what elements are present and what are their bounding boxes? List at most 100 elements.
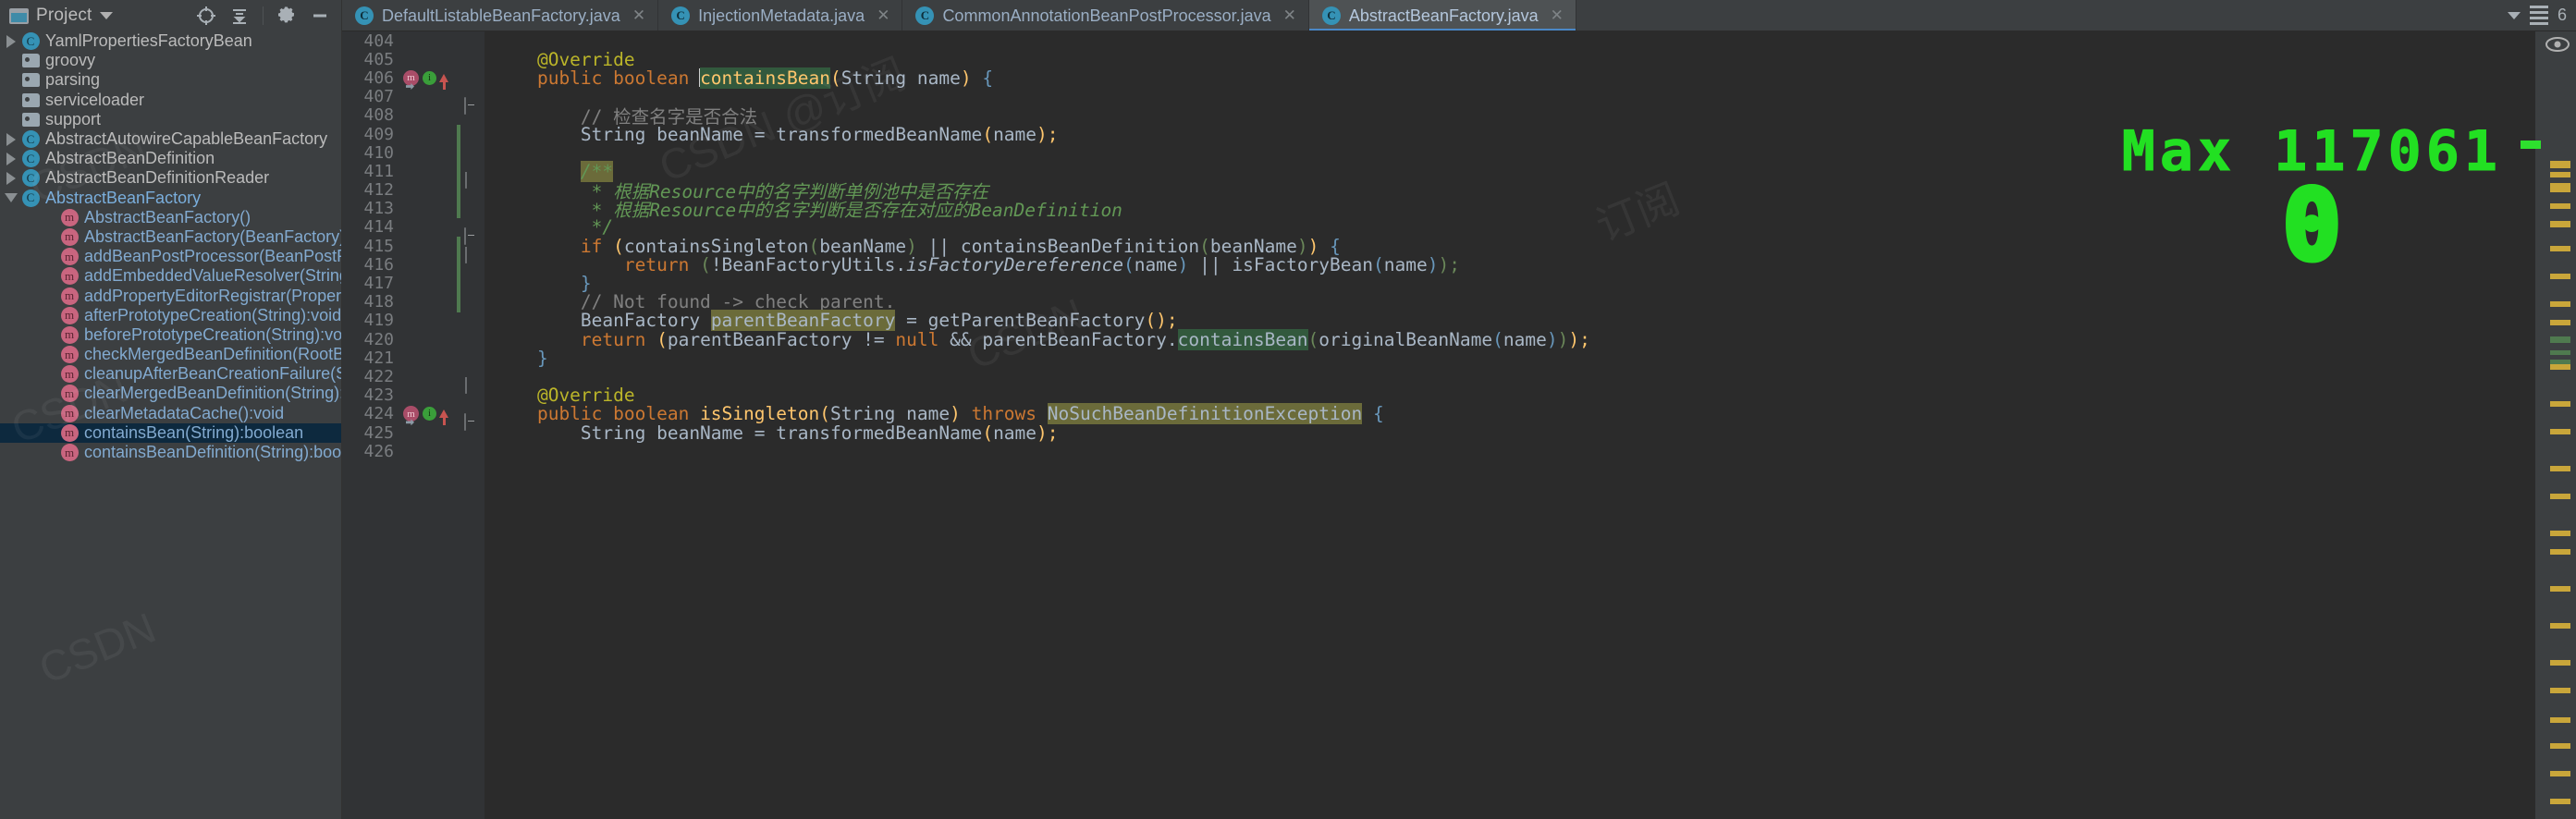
scrollbar-marker[interactable] bbox=[2550, 203, 2570, 209]
run-test-icon[interactable]: i bbox=[423, 407, 436, 422]
code-editor[interactable]: 404 405 406 m i 407 408 409 410 411 412 413 414 415 41… bbox=[342, 31, 2535, 819]
gutter-line-426[interactable]: 426 bbox=[342, 442, 460, 461]
gutter-icons[interactable]: mi bbox=[398, 69, 455, 90]
fold-collapse-icon[interactable] bbox=[464, 97, 466, 115]
scrollbar-marker[interactable] bbox=[2550, 717, 2570, 723]
scrollbar-marker[interactable] bbox=[2550, 531, 2570, 536]
gutter-icons[interactable]: mi bbox=[398, 406, 455, 426]
tree-row-19[interactable]: m clearMetadataCache():void bbox=[0, 404, 341, 423]
tree-row-15[interactable]: m beforePrototypeCreation(String):void bbox=[0, 325, 341, 345]
gutter-line-417[interactable]: 417 bbox=[342, 274, 460, 293]
gutter-line-407[interactable]: 407 bbox=[342, 87, 460, 106]
chevron-down-icon[interactable] bbox=[99, 12, 113, 19]
scrollbar-marker[interactable] bbox=[2550, 660, 2570, 666]
inspection-eye-icon[interactable] bbox=[2545, 37, 2570, 52]
locate-icon[interactable] bbox=[196, 6, 216, 26]
implemented-arrow-icon[interactable] bbox=[439, 73, 448, 90]
scrollbar-marker[interactable] bbox=[2550, 336, 2570, 343]
scrollbar-marker[interactable] bbox=[2550, 743, 2570, 749]
gutter-line-414[interactable]: 414 bbox=[342, 217, 460, 237]
scrollbar-marker[interactable] bbox=[2550, 364, 2570, 370]
scrollbar-marker[interactable] bbox=[2550, 301, 2570, 307]
editor-marker-scrollbar[interactable] bbox=[2521, 31, 2576, 819]
tree-row-3[interactable]: serviceloader bbox=[0, 91, 341, 110]
tree-row-4[interactable]: support bbox=[0, 110, 341, 129]
scrollbar-marker[interactable] bbox=[2550, 183, 2570, 192]
tree-row-0[interactable]: C YamlPropertiesFactoryBean bbox=[0, 31, 341, 51]
gutter-line-420[interactable]: 420 bbox=[342, 330, 460, 349]
tab-menu-icon[interactable] bbox=[2529, 6, 2548, 25]
close-icon[interactable]: ✕ bbox=[1283, 6, 1296, 25]
editor-tab-1[interactable]: C InjectionMetadata.java ✕ bbox=[658, 0, 903, 31]
gutter-line-424[interactable]: 424 m i bbox=[342, 404, 460, 426]
gutter-line-404[interactable]: 404 bbox=[342, 31, 460, 51]
tree-row-18[interactable]: mclearMergedBeanDefinition(String):void bbox=[0, 384, 341, 403]
scrollbar-marker[interactable] bbox=[2550, 429, 2570, 434]
tree-row-17[interactable]: mcleanupAfterBeanCreationFailure(String)… bbox=[0, 364, 341, 384]
scrollbar-marker[interactable] bbox=[2550, 350, 2570, 355]
close-icon[interactable]: ✕ bbox=[632, 6, 645, 25]
tree-row-9[interactable]: m AbstractBeanFactory() bbox=[0, 208, 341, 227]
gutter-line-415[interactable]: 415 bbox=[342, 237, 460, 256]
expand-arrow-icon[interactable] bbox=[2, 132, 20, 146]
editor-tab-3[interactable]: C AbstractBeanFactory.java ✕ bbox=[1308, 0, 1576, 31]
gutter-line-418[interactable]: 418 bbox=[342, 292, 460, 312]
scrollbar-marker[interactable] bbox=[2550, 161, 2570, 168]
scrollbar-marker[interactable] bbox=[2550, 549, 2570, 555]
gutter-line-416[interactable]: 416 bbox=[342, 255, 460, 275]
tree-row-16[interactable]: mcheckMergedBeanDefinition(RootBeanDefin… bbox=[0, 345, 341, 364]
tab-list-chevron-icon[interactable] bbox=[2507, 11, 2521, 19]
tree-row-7[interactable]: C AbstractBeanDefinitionReader bbox=[0, 168, 341, 188]
tree-row-8[interactable]: C AbstractBeanFactory bbox=[0, 189, 341, 208]
tree-row-6[interactable]: C AbstractBeanDefinition bbox=[0, 149, 341, 168]
tree-row-12[interactable]: maddEmbeddedValueResolver(StringValueRes… bbox=[0, 266, 341, 286]
scrollbar-marker[interactable] bbox=[2550, 494, 2570, 499]
tree-row-14[interactable]: m afterPrototypeCreation(String):void bbox=[0, 306, 341, 325]
overriding-method-icon[interactable]: m bbox=[403, 69, 419, 86]
settings-gear-icon[interactable] bbox=[276, 6, 297, 26]
gutter-line-412[interactable]: 412 bbox=[342, 180, 460, 200]
scrollbar-marker[interactable] bbox=[2550, 688, 2570, 693]
scrollbar-marker[interactable] bbox=[2550, 586, 2570, 592]
expand-arrow-icon[interactable] bbox=[2, 34, 20, 48]
scrollbar-marker[interactable] bbox=[2550, 221, 2570, 227]
fold-collapse-icon[interactable] bbox=[464, 413, 466, 431]
gutter-line-422[interactable]: 422 bbox=[342, 367, 460, 386]
gutter-line-411[interactable]: 411 bbox=[342, 162, 460, 181]
close-icon[interactable]: ✕ bbox=[1551, 6, 1564, 25]
tree-row-1[interactable]: groovy bbox=[0, 51, 341, 70]
gutter-line-421[interactable]: 421 bbox=[342, 348, 460, 368]
collapse-arrow-icon[interactable] bbox=[2, 193, 20, 203]
scrollbar-marker[interactable] bbox=[2550, 274, 2570, 279]
overriding-method-icon[interactable]: m bbox=[403, 406, 419, 422]
scrollbar-marker[interactable] bbox=[2550, 799, 2570, 804]
close-icon[interactable]: ✕ bbox=[877, 6, 889, 25]
scrollbar-marker[interactable] bbox=[2550, 172, 2570, 177]
tree-row-13[interactable]: maddPropertyEditorRegistrar(PropertyEdit… bbox=[0, 286, 341, 305]
gutter-line-405[interactable]: 405 bbox=[342, 50, 460, 69]
scrollbar-marker[interactable] bbox=[2550, 623, 2570, 629]
editor-tab-2[interactable]: C CommonAnnotationBeanPostProcessor.java… bbox=[902, 0, 1309, 31]
project-tree[interactable]: CSDN CSDN CSDN CYamlPropertiesFactoryBea… bbox=[0, 31, 342, 819]
tree-row-10[interactable]: m AbstractBeanFactory(BeanFactory) bbox=[0, 227, 341, 247]
scrollbar-marker[interactable] bbox=[2550, 771, 2570, 776]
scrollbar-marker[interactable] bbox=[2550, 320, 2570, 325]
scrollbar-marker[interactable] bbox=[2550, 246, 2570, 251]
gutter-line-410[interactable]: 410 bbox=[342, 143, 460, 163]
gutter-line-408[interactable]: 408 bbox=[342, 105, 460, 125]
tree-row-5[interactable]: C AbstractAutowireCapableBeanFactory bbox=[0, 129, 341, 149]
gutter-line-425[interactable]: 425 bbox=[342, 423, 460, 443]
scrollbar-marker[interactable] bbox=[2550, 360, 2570, 364]
fold-collapse-icon[interactable] bbox=[464, 227, 466, 245]
tree-row-11[interactable]: maddBeanPostProcessor(BeanPostProcessor) bbox=[0, 247, 341, 266]
scrollbar-marker[interactable] bbox=[2550, 401, 2570, 407]
gutter-line-406[interactable]: 406 m i bbox=[342, 68, 460, 90]
expand-arrow-icon[interactable] bbox=[2, 171, 20, 185]
gutter-line-423[interactable]: 423 bbox=[342, 385, 460, 405]
editor-fold-column[interactable] bbox=[460, 31, 485, 819]
gutter-line-409[interactable]: 409 bbox=[342, 125, 460, 144]
gutter-line-413[interactable]: 413 bbox=[342, 199, 460, 218]
scrollbar-marker[interactable] bbox=[2550, 466, 2570, 471]
tree-row-20[interactable]: m containsBean(String):boolean bbox=[0, 422, 341, 443]
code-content[interactable]: CSDN @订阅 CSDN 订阅 @Override public boolea… bbox=[485, 31, 2535, 819]
